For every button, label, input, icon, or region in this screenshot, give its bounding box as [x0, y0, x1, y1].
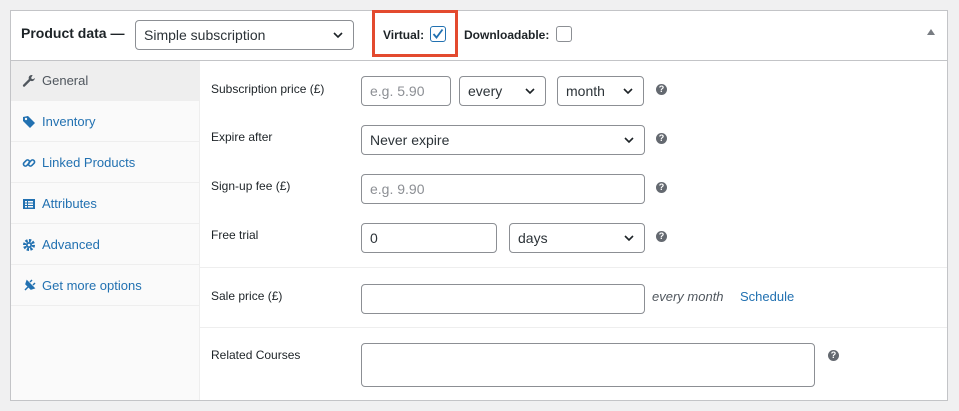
chevron-down-icon: [624, 235, 634, 242]
tab-advanced-label: Advanced: [42, 237, 100, 252]
sale-price-input[interactable]: [361, 284, 645, 314]
chevron-down-icon: [333, 32, 343, 39]
help-icon[interactable]: ?: [656, 84, 667, 95]
billing-interval-select[interactable]: every: [459, 76, 546, 106]
chevron-down-icon: [623, 88, 633, 95]
product-data-tabs: General Inventory Linked Products Attrib…: [11, 61, 200, 400]
virtual-label: Virtual:: [383, 28, 425, 42]
free-trial-period-value: days: [518, 230, 548, 246]
billing-interval-value: every: [468, 83, 503, 99]
tab-get-more-options[interactable]: Get more options: [11, 266, 199, 306]
virtual-checkbox[interactable]: [430, 26, 446, 42]
expire-after-label: Expire after: [211, 130, 273, 144]
sale-price-label: Sale price (£): [211, 289, 283, 303]
panel-header: Product data — Simple subscription Virtu…: [11, 10, 947, 61]
divider: [200, 327, 947, 328]
tab-general[interactable]: General: [11, 61, 199, 101]
sale-price-suffix: every month: [652, 289, 724, 304]
tab-attributes[interactable]: Attributes: [11, 184, 199, 224]
help-icon[interactable]: ?: [656, 182, 667, 193]
downloadable-checkbox[interactable]: [556, 26, 572, 42]
chevron-down-icon: [525, 88, 535, 95]
list-icon: [23, 199, 35, 209]
chevron-down-icon: [624, 137, 634, 144]
divider: [200, 267, 947, 268]
tag-icon: [23, 116, 35, 128]
free-trial-value: 0: [370, 230, 378, 246]
tab-inventory[interactable]: Inventory: [11, 102, 199, 142]
expire-after-value: Never expire: [370, 132, 450, 148]
help-icon[interactable]: ?: [656, 133, 667, 144]
schedule-link[interactable]: Schedule: [740, 289, 794, 304]
billing-period-value: month: [566, 83, 605, 99]
gear-icon: [23, 239, 35, 251]
link-icon: [22, 159, 36, 167]
tab-linked-products[interactable]: Linked Products: [11, 143, 199, 183]
tab-advanced[interactable]: Advanced: [11, 225, 199, 265]
related-courses-input[interactable]: [361, 343, 815, 387]
free-trial-period-select[interactable]: days: [509, 223, 645, 253]
related-courses-label: Related Courses: [211, 348, 301, 362]
collapse-arrow-icon[interactable]: [927, 29, 935, 35]
wrench-icon: [22, 75, 35, 87]
signup-fee-input[interactable]: e.g. 9.90: [361, 174, 645, 204]
plugin-icon: [24, 279, 36, 291]
tab-linked-products-label: Linked Products: [42, 155, 136, 170]
subscription-price-label: Subscription price (£): [211, 82, 325, 96]
subscription-price-input[interactable]: e.g. 5.90: [361, 76, 451, 106]
product-data-panel: Product data — Simple subscription Virtu…: [10, 10, 948, 401]
signup-fee-placeholder: e.g. 9.90: [370, 181, 425, 197]
help-icon[interactable]: ?: [656, 231, 667, 242]
help-icon[interactable]: ?: [828, 350, 839, 361]
tab-attributes-label: Attributes: [42, 196, 97, 211]
free-trial-input[interactable]: 0: [361, 223, 497, 253]
product-type-value: Simple subscription: [144, 27, 266, 43]
tab-general-label: General: [42, 73, 89, 88]
billing-period-select[interactable]: month: [557, 76, 644, 106]
tab-get-more-options-label: Get more options: [42, 278, 142, 293]
expire-after-select[interactable]: Never expire: [361, 125, 645, 155]
product-type-select[interactable]: Simple subscription: [135, 20, 354, 50]
signup-fee-label: Sign-up fee (£): [211, 179, 291, 193]
panel-title: Product data —: [21, 25, 125, 41]
subscription-price-placeholder: e.g. 5.90: [370, 83, 425, 99]
downloadable-label: Downloadable:: [464, 28, 550, 42]
free-trial-label: Free trial: [211, 228, 259, 242]
tab-inventory-label: Inventory: [42, 114, 96, 129]
checkmark-icon: [432, 28, 444, 39]
